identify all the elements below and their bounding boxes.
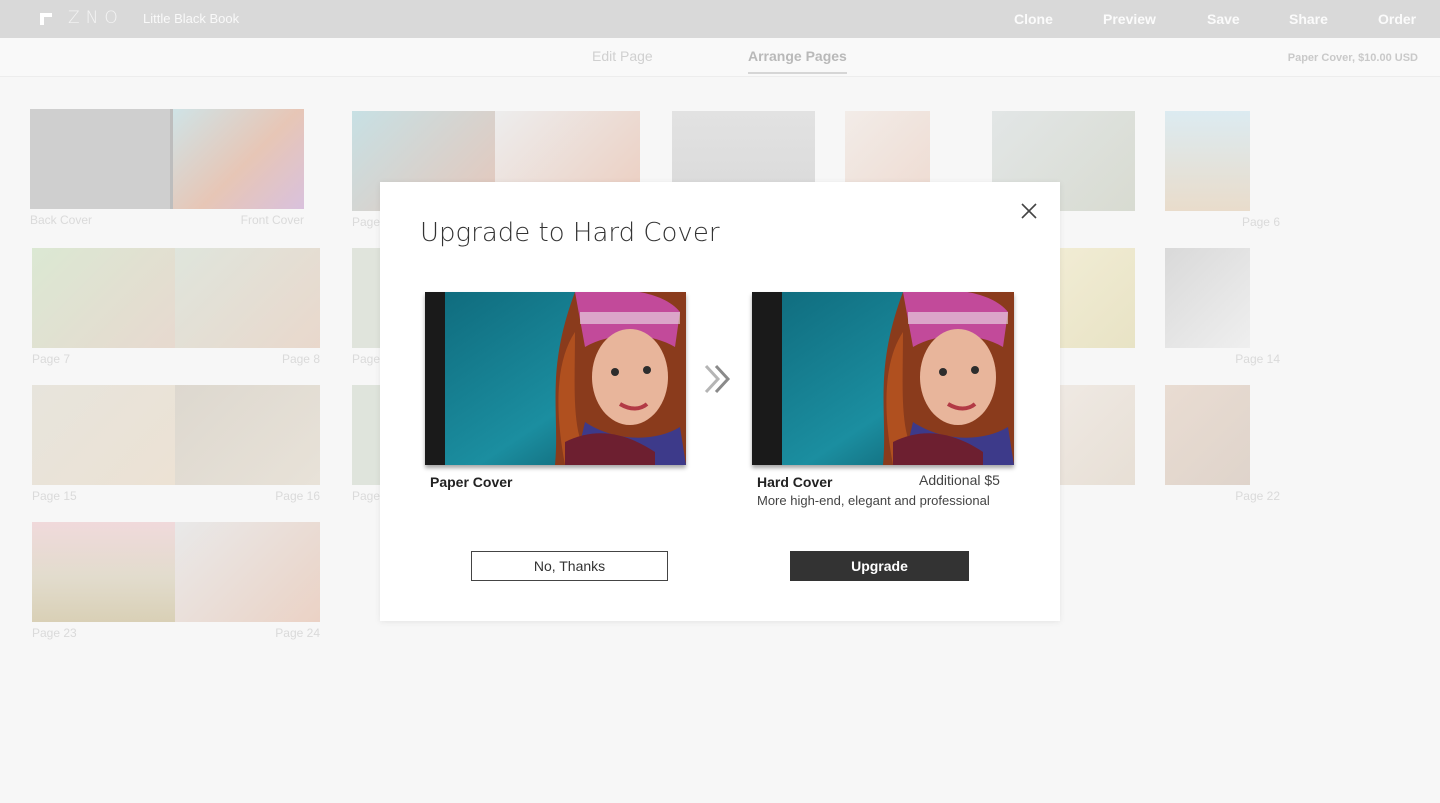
spread-6[interactable]: Page 14: [1060, 248, 1280, 368]
page-thumb[interactable]: [175, 385, 320, 485]
paper-cover-image: [425, 292, 686, 465]
page-thumb[interactable]: [1165, 111, 1250, 211]
page-label: Page 8: [281, 352, 320, 366]
page-thumb[interactable]: [1060, 385, 1135, 485]
cover-spine: [425, 292, 445, 465]
logo-icon[interactable]: [40, 13, 52, 25]
upgrade-button[interactable]: Upgrade: [790, 551, 969, 581]
page-thumb[interactable]: [1165, 385, 1250, 485]
cover-spine: [752, 292, 782, 465]
spread-10[interactable]: Page 23 Page 24: [32, 522, 320, 642]
page-thumb[interactable]: [1165, 248, 1250, 348]
spread-9[interactable]: Page 22: [1060, 385, 1280, 505]
order-button[interactable]: Order: [1378, 11, 1416, 27]
page-label: Page: [352, 215, 381, 229]
page-label: Page 14: [1235, 352, 1280, 366]
preview-button[interactable]: Preview: [1103, 11, 1156, 27]
page-label: Page: [352, 489, 381, 503]
page-label: Front Cover: [240, 213, 304, 227]
cover-photo: [752, 292, 1014, 465]
page-label: Back Cover: [30, 213, 93, 227]
clone-button[interactable]: Clone: [1014, 11, 1053, 27]
cover-photo: [425, 292, 686, 465]
spread-cover[interactable]: Back Cover Front Cover: [30, 109, 304, 229]
additional-price: Additional $5: [919, 472, 1000, 488]
top-bar: ZNO Little Black Book Clone Preview Save…: [0, 0, 1440, 38]
book-title[interactable]: Little Black Book: [143, 11, 239, 26]
logo-text[interactable]: ZNO: [68, 8, 124, 28]
page-label: Page 6: [1241, 215, 1280, 229]
upgrade-modal: Upgrade to Hard Cover Paper Cover Hard C…: [380, 182, 1060, 621]
page-thumb[interactable]: [175, 522, 320, 622]
back-cover-thumb[interactable]: [30, 109, 170, 209]
page-thumb[interactable]: [32, 385, 175, 485]
close-icon[interactable]: [1020, 202, 1038, 220]
tab-edit-page[interactable]: Edit Page: [592, 48, 653, 64]
page-thumb[interactable]: [352, 385, 382, 485]
page-label: Page 16: [275, 489, 320, 503]
share-button[interactable]: Share: [1289, 11, 1328, 27]
hard-cover-image: [752, 292, 1014, 465]
page-label: Page: [352, 352, 381, 366]
hard-cover-label: Hard Cover: [757, 474, 833, 490]
page-thumb[interactable]: [1060, 248, 1135, 348]
page-thumb[interactable]: [32, 522, 175, 622]
page-label: Page 15: [32, 489, 77, 503]
price-summary: Paper Cover, $10.00 USD: [1287, 52, 1418, 64]
spread-4[interactable]: Page 7 Page 8: [32, 248, 320, 368]
page-thumb[interactable]: [175, 248, 320, 348]
no-thanks-button[interactable]: No, Thanks: [471, 551, 668, 581]
tab-arrange-pages[interactable]: Arrange Pages: [748, 48, 847, 74]
page-thumb[interactable]: [32, 248, 175, 348]
chevron-right-icon: [704, 364, 731, 394]
page-label: Page 24: [275, 626, 320, 640]
hard-cover-description: More high-end, elegant and professional: [757, 493, 990, 508]
page-label: Page 23: [32, 626, 77, 640]
paper-cover-label: Paper Cover: [430, 474, 513, 490]
page-label: Page 22: [1235, 489, 1280, 503]
page-label: Page 7: [32, 352, 71, 366]
page-thumb[interactable]: [352, 248, 382, 348]
save-button[interactable]: Save: [1207, 11, 1240, 27]
modal-title: Upgrade to Hard Cover: [420, 218, 720, 248]
spread-7[interactable]: Page 15 Page 16: [32, 385, 320, 505]
sub-navigation: Edit Page Arrange Pages Paper Cover, $10…: [0, 38, 1440, 77]
front-cover-thumb[interactable]: [173, 109, 304, 209]
